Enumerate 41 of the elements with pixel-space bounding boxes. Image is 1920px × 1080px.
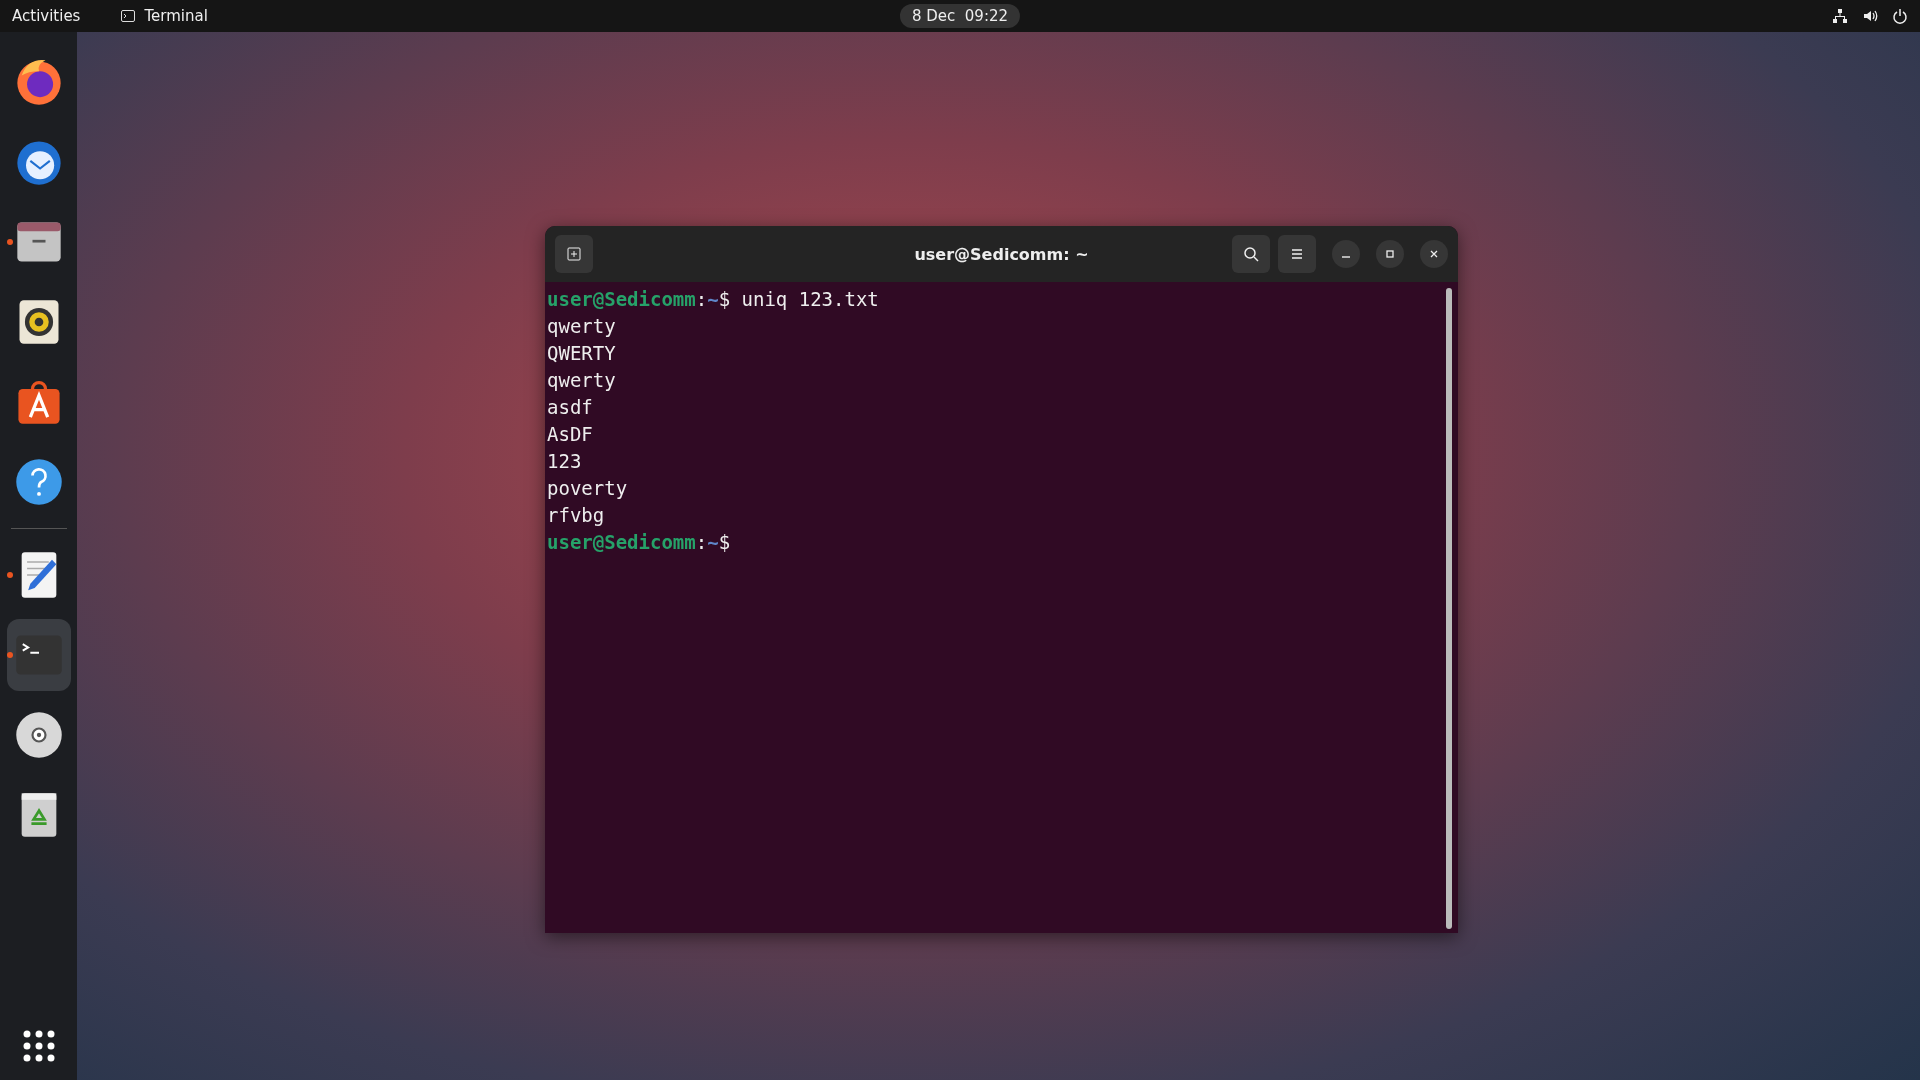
output-line: poverty bbox=[547, 477, 628, 499]
maximize-button[interactable] bbox=[1376, 240, 1404, 268]
volume-icon[interactable] bbox=[1862, 8, 1878, 24]
running-indicator bbox=[6, 239, 13, 245]
menu-icon bbox=[1289, 246, 1305, 262]
window-title: user@Sedicomm: ~ bbox=[914, 244, 1089, 264]
power-icon[interactable] bbox=[1892, 8, 1908, 24]
running-indicator bbox=[6, 572, 13, 578]
scrollbar[interactable] bbox=[1446, 288, 1452, 929]
prompt-separator: : bbox=[695, 531, 708, 553]
clock[interactable]: 8 Dec 09:22 bbox=[899, 4, 1021, 28]
maximize-icon bbox=[1384, 248, 1396, 260]
app-menu-label[interactable]: Terminal bbox=[144, 7, 208, 25]
output-line: rfvbg bbox=[547, 504, 605, 526]
prompt-symbol: $ bbox=[718, 288, 731, 310]
prompt-path: ~ bbox=[707, 288, 719, 310]
output-line: AsDF bbox=[547, 423, 593, 445]
close-icon bbox=[1428, 248, 1440, 260]
network-icon[interactable] bbox=[1832, 8, 1848, 24]
minimize-icon bbox=[1342, 256, 1350, 258]
prompt-command: uniq 123.txt bbox=[740, 288, 879, 310]
prompt-user-host: user@Sedicomm bbox=[547, 288, 696, 310]
output-line: QWERTY bbox=[547, 342, 616, 364]
prompt-separator: : bbox=[695, 288, 708, 310]
output-line: qwerty bbox=[547, 315, 616, 337]
minimize-button[interactable] bbox=[1332, 240, 1360, 268]
terminal-icon bbox=[120, 8, 137, 24]
close-button[interactable] bbox=[1420, 240, 1448, 268]
output-line: 123 bbox=[547, 450, 582, 472]
search-button[interactable] bbox=[1232, 235, 1270, 273]
prompt-user-host: user@Sedicomm bbox=[547, 531, 696, 553]
activities-button[interactable]: Activities bbox=[12, 7, 81, 25]
menu-button[interactable] bbox=[1278, 235, 1316, 273]
output-line: asdf bbox=[547, 396, 593, 418]
new-tab-button[interactable] bbox=[555, 235, 593, 273]
prompt-symbol: $ bbox=[718, 531, 731, 553]
running-indicator bbox=[6, 652, 13, 658]
output-line: qwerty bbox=[547, 369, 616, 391]
new-tab-icon bbox=[566, 246, 582, 262]
search-icon bbox=[1243, 246, 1259, 262]
prompt-path: ~ bbox=[707, 531, 719, 553]
